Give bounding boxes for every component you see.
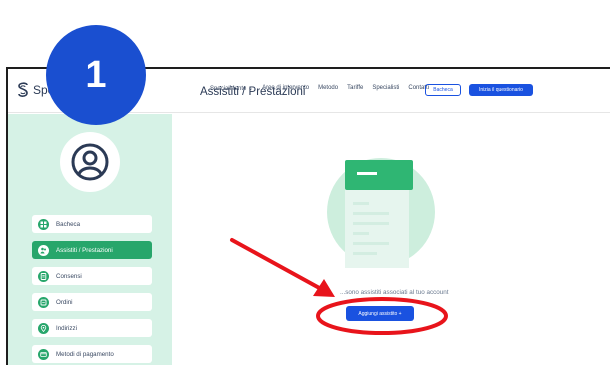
bacheca-button[interactable]: Bacheca [425, 84, 461, 96]
user-avatar-icon [71, 143, 109, 181]
step-number-badge: 1 [46, 25, 146, 125]
sidebar-item-consensi[interactable]: Consensi [32, 267, 152, 285]
sidebar-item-label: Metodi di pagamento [56, 350, 114, 358]
nav-link-specialisti[interactable]: Specialisti [372, 85, 399, 92]
sidebar-item-ordini[interactable]: Ordini [32, 293, 152, 311]
sidebar-item-label: Ordini [56, 298, 73, 306]
empty-state-text: ...sono assistiti associati al tuo accou… [340, 289, 449, 296]
sidebar-item-label: Assistiti / Prestazioni [56, 246, 113, 254]
logo-s-icon [18, 82, 28, 97]
cart-icon [38, 296, 49, 308]
sidebar-item-bacheca[interactable]: Bacheca [32, 215, 152, 233]
nav-link-metodo[interactable]: Metodo [318, 85, 338, 92]
location-icon [38, 322, 49, 334]
dashboard-icon [38, 218, 49, 230]
card-icon [38, 348, 49, 360]
screenshot-page: SpecialMente SpecialMente ⌄ Aree di inte… [0, 0, 610, 365]
sidebar-item-metodi-pagamento[interactable]: Metodi di pagamento [32, 345, 152, 363]
sidebar-item-label: Consensi [56, 272, 82, 280]
sidebar-item-assistiti[interactable]: Assistiti / Prestazioni [32, 241, 152, 259]
add-assistito-button[interactable]: Aggiungi assistito + [346, 306, 414, 321]
sidebar-item-label: Indirizzi [56, 324, 77, 332]
document-icon [38, 270, 49, 282]
empty-state-illustration [327, 158, 435, 268]
sidebar: Bacheca Assistiti / Prestazioni Consensi… [8, 114, 172, 365]
people-icon [38, 244, 49, 256]
sidebar-item-indirizzi[interactable]: Indirizzi [32, 319, 152, 337]
nav-link-tariffe[interactable]: Tariffe [347, 85, 363, 92]
sidebar-item-label: Bacheca [56, 220, 81, 228]
sidebar-menu: Bacheca Assistiti / Prestazioni Consensi… [32, 215, 152, 365]
avatar[interactable] [60, 132, 120, 192]
page-title: Assistiti / Prestazioni [200, 86, 306, 98]
start-questionnaire-button[interactable]: Inizia il questionario [469, 84, 533, 96]
